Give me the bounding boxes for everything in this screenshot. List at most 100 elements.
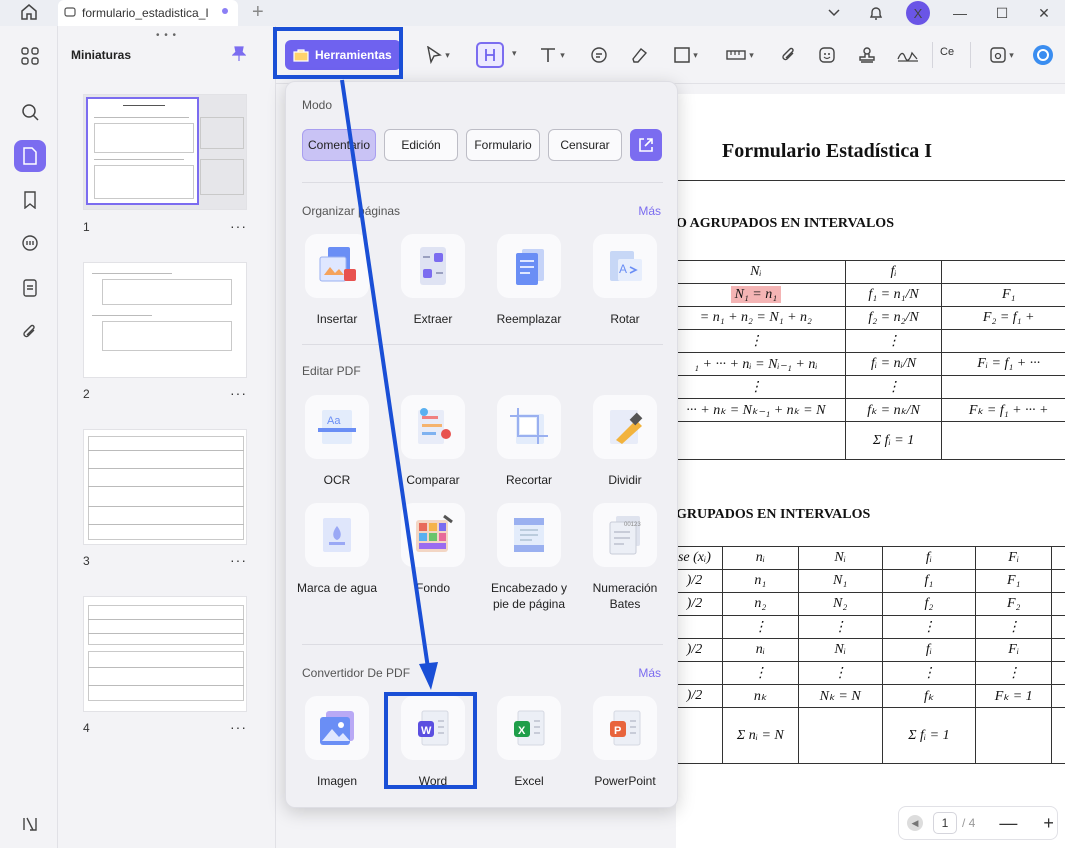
panel-title: Miniaturas xyxy=(71,48,132,62)
stamp-tool-icon[interactable] xyxy=(854,42,880,68)
highlighted-formula[interactable]: N₁ = n₁ xyxy=(730,286,782,303)
to-powerpoint-tool[interactable]: P PowerPoint xyxy=(580,696,670,789)
sticker-tool-icon[interactable] xyxy=(814,42,840,68)
to-image-tool[interactable]: Imagen xyxy=(292,696,382,789)
maximize-button[interactable]: ☐ xyxy=(981,0,1023,26)
mode-edit-button[interactable]: Edición xyxy=(384,129,458,161)
insert-tool[interactable]: Insertar xyxy=(292,234,382,327)
page-thumbnail[interactable] xyxy=(83,429,247,545)
table-cell: = n₁ + n₂ = N₁ + n₂ xyxy=(666,306,846,330)
watermark-tool[interactable]: Marca de agua xyxy=(292,503,382,596)
attach-tool-icon[interactable] xyxy=(776,42,802,68)
search-icon[interactable] xyxy=(14,96,46,128)
close-button[interactable]: ✕ xyxy=(1023,0,1065,26)
mode-form-button[interactable]: Formulario xyxy=(466,129,540,161)
svg-text:A: A xyxy=(619,262,627,276)
split-tool[interactable]: Dividir xyxy=(580,395,670,488)
tool-label: Comparar xyxy=(406,473,460,487)
table-cell xyxy=(1051,615,1065,639)
table-cell xyxy=(1051,592,1065,616)
table-row: ··· + nₖ = Nₖ₋₁ + nₖ = Nfₖ = nₖ/N Fₖ = f₁… xyxy=(666,398,1065,422)
thumbnails-icon[interactable] xyxy=(14,140,46,172)
table-cell: Fₖ = f₁ + ··· + xyxy=(941,398,1065,422)
ocr-icon: Aa xyxy=(305,395,369,459)
apps-grid-icon[interactable] xyxy=(14,40,46,72)
table-row: ⋮ ⋮ ⋮ ⋮ xyxy=(666,661,1065,685)
bates-tool[interactable]: 00123 Numeración Bates xyxy=(580,503,670,612)
converter-heading: Convertidor De PDF xyxy=(302,666,411,680)
page-more-button[interactable]: ··· xyxy=(230,218,247,234)
table-cell xyxy=(975,707,1053,764)
truncated-tool-label[interactable]: Ce xyxy=(940,46,954,58)
converter-more-link[interactable]: Más xyxy=(638,666,661,680)
page-thumbnail[interactable] xyxy=(83,262,247,378)
open-external-icon[interactable] xyxy=(630,129,662,161)
measure-tool-icon[interactable]: ▾ xyxy=(718,42,762,68)
minimize-button[interactable]: — xyxy=(939,0,981,26)
paperclip-icon[interactable] xyxy=(14,316,46,348)
attachment-list-icon[interactable] xyxy=(14,272,46,304)
mode-redact-button[interactable]: Censurar xyxy=(548,129,622,161)
table-cell: Σ nᵢ = N xyxy=(721,707,799,764)
pin-icon[interactable] xyxy=(231,46,247,67)
shape-tool-icon[interactable]: ▾ xyxy=(666,42,706,68)
signature-tool-icon[interactable] xyxy=(894,42,922,68)
crop-icon xyxy=(497,395,561,459)
organize-more-link[interactable]: Más xyxy=(638,204,661,218)
toolbar-divider xyxy=(932,42,933,68)
select-tool-icon[interactable]: ▾ xyxy=(418,42,458,68)
page-thumbnail[interactable] xyxy=(83,596,247,712)
zoom-out-button[interactable]: — xyxy=(999,813,1017,834)
table-cell xyxy=(797,707,883,764)
tools-popup: Modo Comentario Edición Formulario Censu… xyxy=(285,81,678,808)
chevron-down-icon[interactable] xyxy=(813,0,855,26)
page-number-input[interactable]: 1 xyxy=(933,812,957,834)
page-thumbnail[interactable] xyxy=(83,94,247,210)
drag-handle[interactable]: • • • xyxy=(156,30,177,41)
avatar[interactable]: X xyxy=(906,1,930,25)
ocr-tool[interactable]: Aa OCR xyxy=(292,395,382,488)
ai-assistant-icon[interactable] xyxy=(1030,42,1056,68)
replace-tool[interactable]: Reemplazar xyxy=(484,234,574,327)
bates-numbering-icon: 00123 xyxy=(593,503,657,567)
table-row: )/2 n₁ N₁ f₁ F₁ xyxy=(666,569,1065,593)
home-icon[interactable] xyxy=(18,2,40,22)
table-cell: F₂ = f₁ + xyxy=(941,306,1065,330)
document-title: Formulario Estadística I xyxy=(722,140,932,162)
save-tool-icon[interactable]: ▾ xyxy=(980,42,1024,68)
section-heading: GRUPADOS EN INTERVALOS xyxy=(676,507,871,522)
eraser-tool-icon[interactable] xyxy=(626,42,652,68)
background-tool[interactable]: Fondo xyxy=(388,503,478,596)
table-cell: ⋮ xyxy=(797,615,883,639)
page-more-button[interactable]: ··· xyxy=(230,385,247,401)
header-footer-icon xyxy=(497,503,561,567)
zoom-in-button[interactable]: + xyxy=(1043,813,1054,834)
table-cell xyxy=(1051,684,1065,708)
text-tool-icon[interactable]: ▾ xyxy=(532,42,572,68)
thumbnails-panel: • • • Miniaturas 1 ··· 2 ··· 3 ··· 4 ··· xyxy=(58,26,276,848)
table-cell: fᵢ = nᵢ/N xyxy=(844,352,943,376)
page-more-button[interactable]: ··· xyxy=(230,552,247,568)
table-row: Σ fᵢ = 1 xyxy=(666,421,1065,460)
highlight-tool-icon[interactable] xyxy=(476,42,504,68)
background-icon xyxy=(401,503,465,567)
table-cell: n₁ xyxy=(721,569,799,593)
divider xyxy=(302,644,663,645)
compare-tool[interactable]: Comparar xyxy=(388,395,478,488)
header-footer-tool[interactable]: Encabezado y pie de página xyxy=(484,503,574,612)
table-cell: ⋮ xyxy=(666,329,846,353)
comment-tool-icon[interactable] xyxy=(586,42,612,68)
mode-comment-button[interactable]: Comentario xyxy=(302,129,376,161)
bell-icon[interactable] xyxy=(855,0,897,26)
to-excel-tool[interactable]: X Excel xyxy=(484,696,574,789)
comments-icon[interactable] xyxy=(14,228,46,260)
document-tab[interactable]: formulario_estadistica_I xyxy=(58,0,238,26)
rotate-tool[interactable]: A Rotar xyxy=(580,234,670,327)
sidebar-toggle-icon[interactable] xyxy=(14,808,46,840)
crop-tool[interactable]: Recortar xyxy=(484,395,574,488)
previous-page-button[interactable]: ◀ xyxy=(907,815,923,831)
extract-tool[interactable]: Extraer xyxy=(388,234,478,327)
bookmark-icon[interactable] xyxy=(14,184,46,216)
page-more-button[interactable]: ··· xyxy=(230,719,247,735)
new-tab-button[interactable]: + xyxy=(252,1,264,23)
